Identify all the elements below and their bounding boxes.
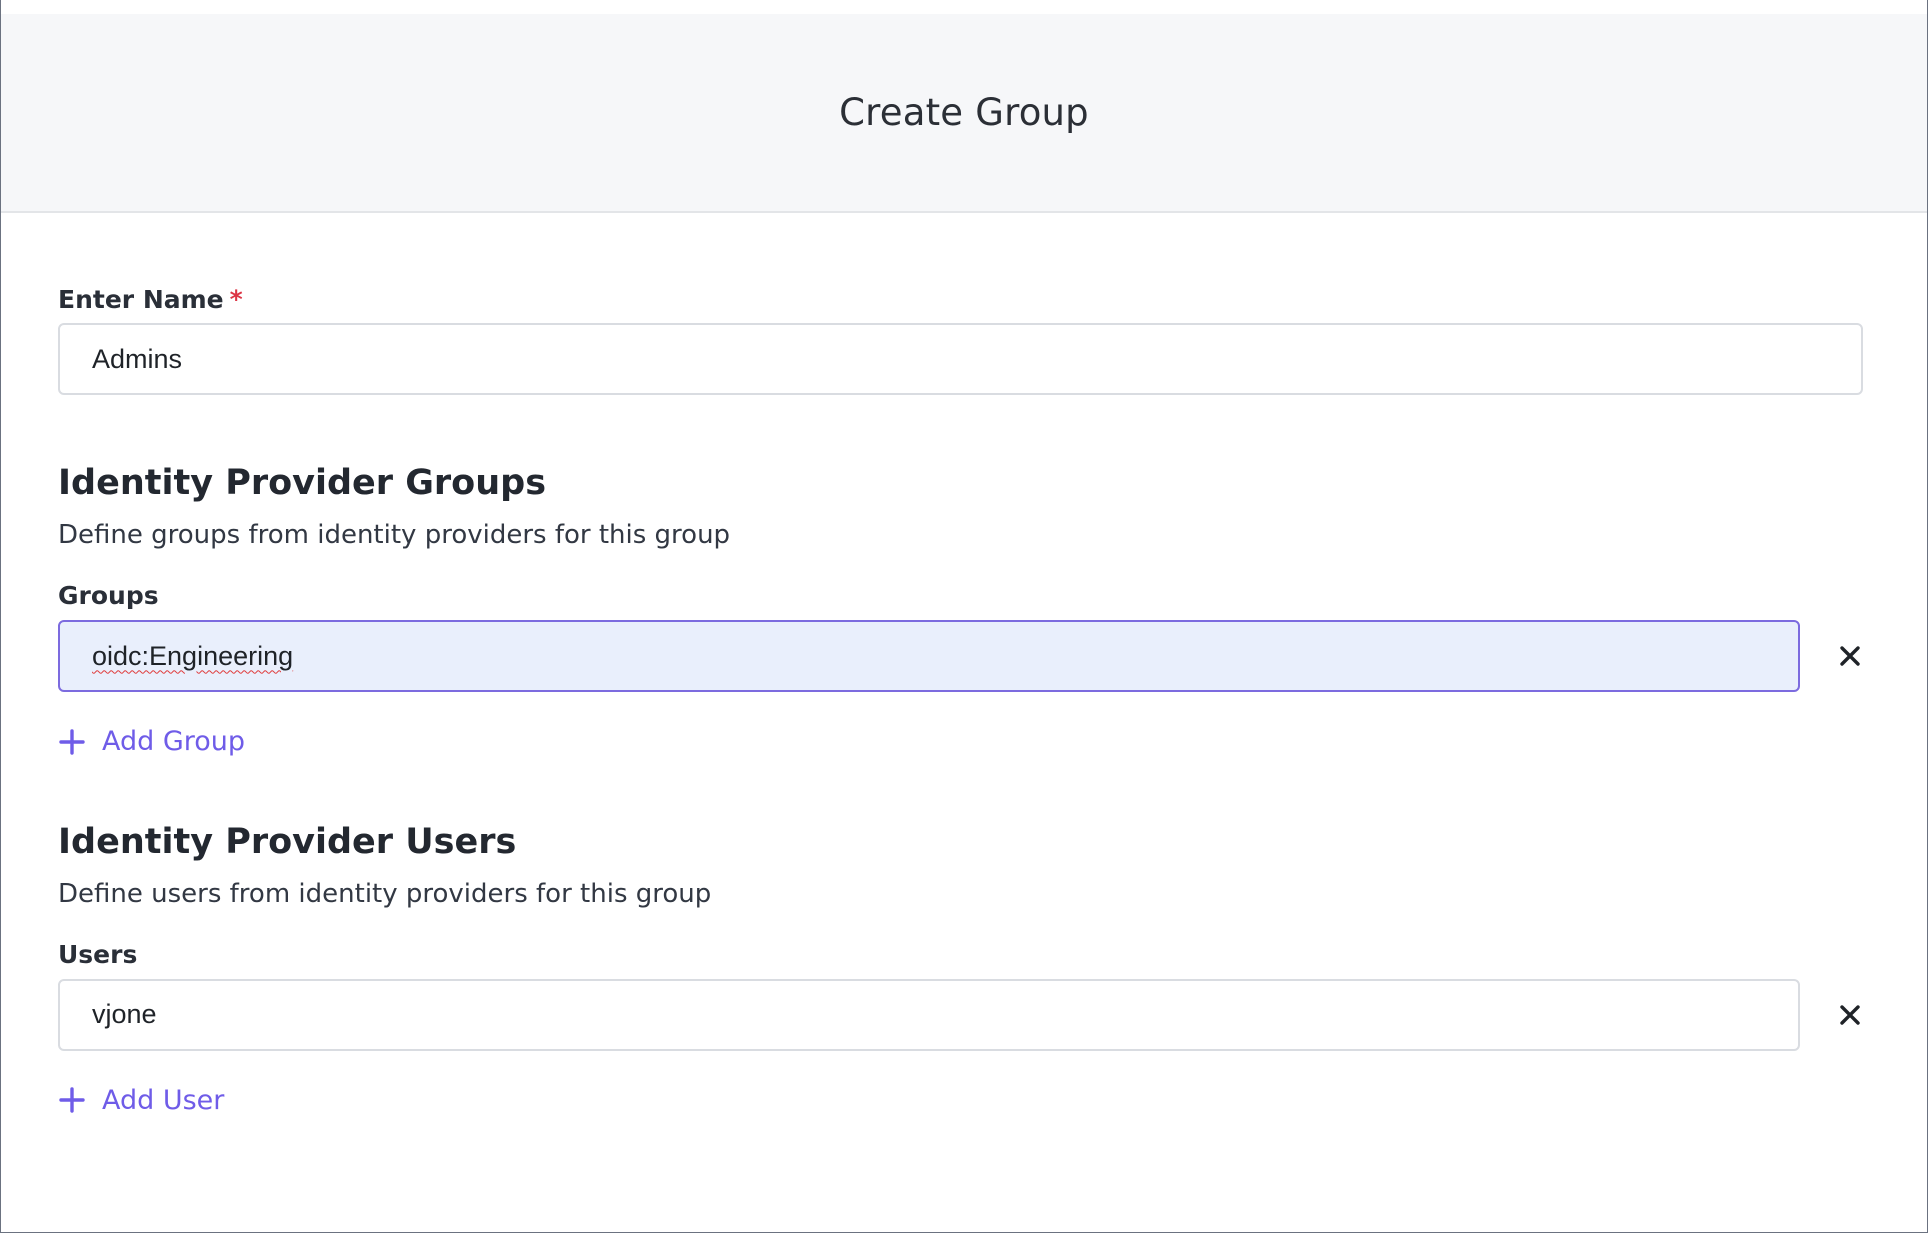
- remove-user-button[interactable]: [1830, 995, 1870, 1035]
- group-input[interactable]: oidc:Engineering: [58, 620, 1800, 692]
- group-row: oidc:Engineering: [58, 620, 1878, 692]
- name-label-text: Enter Name: [58, 285, 224, 314]
- users-field-label: Users: [58, 939, 138, 969]
- close-icon: [1840, 646, 1860, 666]
- user-input[interactable]: vjone: [58, 978, 1800, 1051]
- user-row: vjone: [58, 978, 1878, 1051]
- plus-icon: [59, 728, 85, 755]
- groups-field-label: Groups: [58, 581, 159, 610]
- page-title: Create Group: [839, 91, 1089, 134]
- add-user-label: Add User: [102, 1084, 225, 1116]
- form-body: Enter Name * Admins Identity Provider Gro…: [58, 213, 1878, 1118]
- groups-section-description: Define groups from identity providers fo…: [58, 520, 731, 550]
- dialog-header: Create Group: [1, 14, 1927, 213]
- plus-icon: [59, 1087, 85, 1113]
- remove-group-button[interactable]: [1830, 636, 1870, 676]
- name-input-value: Admins: [92, 343, 183, 374]
- user-input-value: vjone: [92, 999, 157, 1029]
- group-input-value: oidc:Engineering: [92, 640, 294, 671]
- users-section-title: Identity Provider Users: [58, 821, 517, 862]
- name-field-label: Enter Name *: [58, 285, 1878, 314]
- add-group-label: Add Group: [102, 726, 246, 757]
- create-group-dialog: Create Group Enter Name * Admins Identity…: [0, 0, 1928, 1233]
- close-icon: [1840, 1004, 1860, 1025]
- users-section-description: Define users from identity providers for…: [58, 878, 712, 909]
- add-group-button[interactable]: Add Group: [58, 726, 245, 757]
- required-marker: *: [229, 285, 243, 314]
- name-input[interactable]: Admins: [58, 323, 1863, 395]
- groups-section-title: Identity Provider Groups: [58, 463, 547, 503]
- add-user-button[interactable]: Add User: [58, 1085, 224, 1116]
